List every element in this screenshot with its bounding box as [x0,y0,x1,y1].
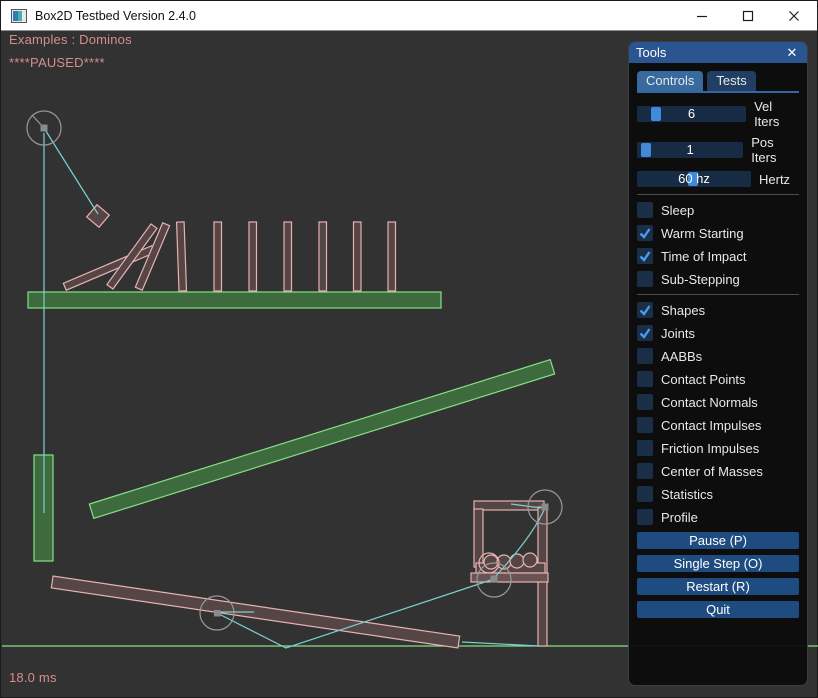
maximize-button[interactable] [725,1,771,30]
restart-button[interactable]: Restart (R) [637,578,799,595]
tools-panel: Tools ✕ Controls Tests 6 Vel Iters 1 Pos… [628,41,808,686]
upright-domino [319,222,327,291]
hertz-slider[interactable]: 60 hz [637,171,751,187]
dynamic-bodies [51,205,548,648]
tilted-plank [51,576,459,648]
checkbox-statistics[interactable]: Statistics [637,486,799,502]
slider-value: 6 [637,106,746,122]
checkbox-joints[interactable]: Joints [637,325,799,341]
checkbox-box[interactable] [637,348,653,364]
example-name-label: Examples : Dominos [9,32,132,47]
long-ramp [89,360,554,519]
pendulum-bob [87,205,110,228]
slider-value: 1 [637,142,743,158]
domino-shelf [28,292,441,308]
checkbox-box[interactable] [637,325,653,341]
upright-domino [284,222,292,291]
checkbox-box[interactable] [637,225,653,241]
checkbox-profile[interactable]: Profile [637,509,799,525]
ball [484,555,498,569]
checkbox-box[interactable] [637,417,653,433]
frame-time-label: 18.0 ms [9,670,57,685]
bob-rope [44,128,98,214]
vel-iters-slider-row: 6 Vel Iters [637,99,799,129]
separator [637,194,799,195]
ball [523,553,537,567]
tools-panel-title: Tools [636,45,784,60]
check-icon [638,303,652,317]
panel-close-icon[interactable]: ✕ [784,45,800,61]
upright-domino [214,222,222,291]
frame-left-post [474,509,483,567]
check-icon [638,249,652,263]
check-icon [638,326,652,340]
tab-bar: Controls Tests [637,71,799,93]
frame-top-bar [474,501,544,510]
checkbox-box[interactable] [637,271,653,287]
tab-tests[interactable]: Tests [707,71,755,91]
window-titlebar[interactable]: Box2D Testbed Version 2.4.0 [1,1,817,31]
checkbox-box[interactable] [637,509,653,525]
single-step-button[interactable]: Single Step (O) [637,555,799,572]
minimize-icon [696,10,708,22]
checkbox-contact-points[interactable]: Contact Points [637,371,799,387]
checkbox-contact-normals[interactable]: Contact Normals [637,394,799,410]
checkbox-box[interactable] [637,371,653,387]
check-icon [638,226,652,240]
tab-controls[interactable]: Controls [637,71,703,91]
checkbox-aabbs[interactable]: AABBs [637,348,799,364]
checkbox-center-of-masses[interactable]: Center of Masses [637,463,799,479]
slider-label: Vel Iters [754,99,799,129]
checkbox-box[interactable] [637,486,653,502]
pos-iters-slider-row: 1 Pos Iters [637,135,799,165]
close-button[interactable] [771,1,817,30]
ball [510,554,524,568]
paused-status-label: ****PAUSED**** [9,55,105,70]
pos-iters-slider[interactable]: 1 [637,142,743,158]
minimize-button[interactable] [679,1,725,30]
checkbox-shapes[interactable]: Shapes [637,302,799,318]
hertz-slider-row: 60 hz Hertz [637,171,799,187]
maximize-icon [742,10,754,22]
checkbox-box[interactable] [637,463,653,479]
separator [637,294,799,295]
checkbox-sub-stepping[interactable]: Sub-Stepping [637,271,799,287]
checkbox-box[interactable] [637,248,653,264]
vel-iters-slider[interactable]: 6 [637,106,746,122]
checkbox-box[interactable] [637,302,653,318]
checkbox-friction-impulses[interactable]: Friction Impulses [637,440,799,456]
checkbox-warm-starting[interactable]: Warm Starting [637,225,799,241]
quit-button[interactable]: Quit [637,601,799,618]
checkbox-contact-impulses[interactable]: Contact Impulses [637,417,799,433]
upright-domino [177,222,187,291]
pause-button[interactable]: Pause (P) [637,532,799,549]
slider-value: 60 hz [637,171,751,187]
window-title: Box2D Testbed Version 2.4.0 [35,9,679,23]
checkbox-time-of-impact[interactable]: Time of Impact [637,248,799,264]
upright-domino [388,222,396,291]
checkbox-box[interactable] [637,394,653,410]
checkbox-sleep[interactable]: Sleep [637,202,799,218]
slider-label: Hertz [759,172,790,187]
checkbox-box[interactable] [637,202,653,218]
upright-domino [354,222,362,291]
checkbox-box[interactable] [637,440,653,456]
close-icon [788,10,800,22]
tools-panel-titlebar[interactable]: Tools ✕ [629,42,807,63]
upright-domino [249,222,257,291]
slider-label: Pos Iters [751,135,799,165]
app-icon[interactable] [11,8,27,24]
